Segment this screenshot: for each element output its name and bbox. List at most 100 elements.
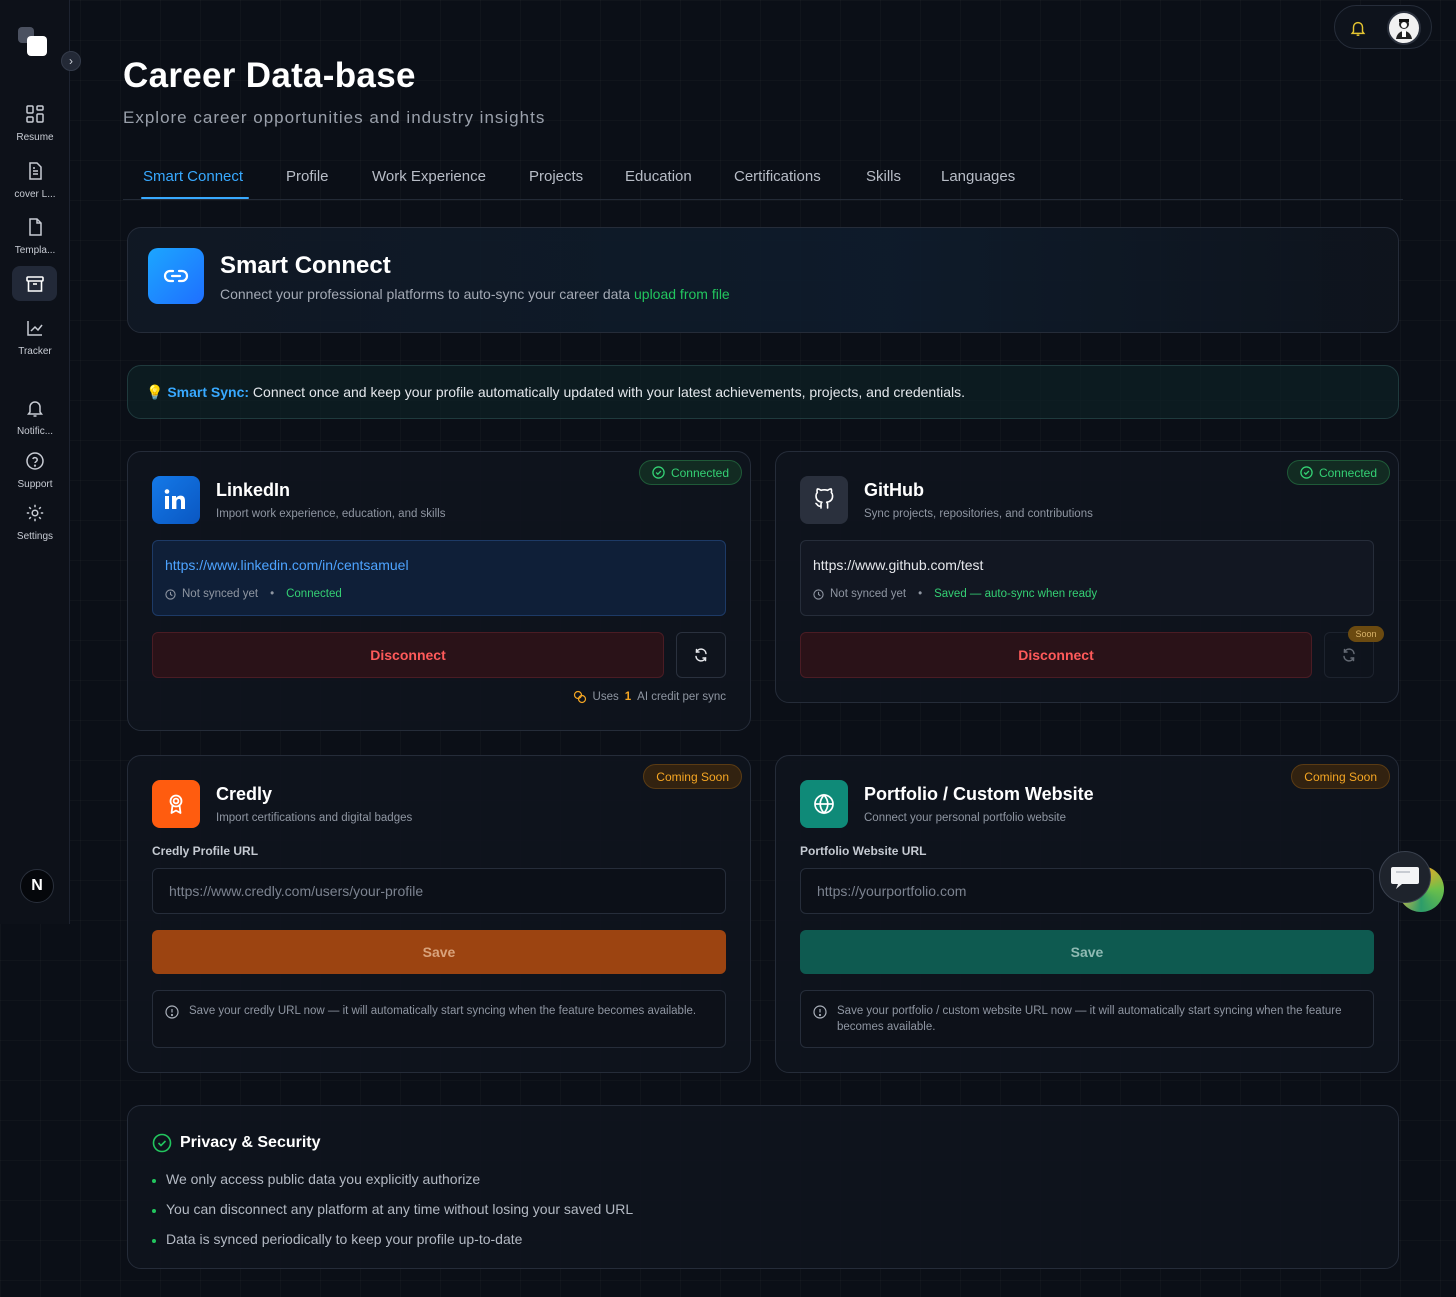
sidebar-item-cover-letter[interactable]: cover L... [0,159,70,200]
top-bar [1334,5,1432,49]
sync-status: Not synced yet [830,588,907,600]
chat-icon [1391,867,1419,889]
smart-sync-text: 💡 Smart Sync: Connect once and keep your… [146,384,965,401]
sidebar-collapse-button[interactable]: › [61,51,81,71]
smart-connect-title: Smart Connect [220,252,391,279]
sidebar-item-notifications[interactable]: Notific... [0,396,70,437]
connection-status: Connected [286,588,342,600]
tab-work-experience[interactable]: Work Experience [372,168,486,185]
sidebar-item-resume[interactable]: Resume [0,102,70,143]
portfolio-url-input[interactable] [800,868,1374,914]
linkedin-sync-button[interactable] [676,632,726,678]
portfolio-save-button[interactable]: Save [800,930,1374,974]
connected-badge: Connected [1286,460,1390,485]
lightbulb-icon: 💡 [146,384,164,400]
active-tab-indicator [141,197,249,199]
sidebar: › Resume cover L... Templa... Tracker No… [0,0,81,924]
sidebar-item-label: Notific... [16,426,54,437]
credit-count: 1 [624,691,632,703]
credly-card: Credly Import certifications and digital… [127,755,751,1073]
portfolio-card: Portfolio / Custom Website Connect your … [775,755,1399,1073]
sync-status: Not synced yet [182,588,259,600]
ai-credit-note: Uses 1 AI credit per sync [573,690,726,704]
portfolio-description: Connect your personal portfolio website [864,812,1067,824]
tab-bar: Smart Connect Profile Work Experience Pr… [123,160,1403,200]
link-icon [148,248,204,304]
gear-icon [0,501,70,525]
award-icon [152,780,200,828]
clock-icon [813,588,824,600]
list-item: You can disconnect any platform at any t… [152,1194,633,1224]
github-sync-meta: Not synced yet • Saved — auto-sync when … [813,588,1097,600]
chat-button[interactable] [1379,851,1431,903]
list-item: Data is synced periodically to keep your… [152,1224,633,1254]
tab-education[interactable]: Education [625,168,692,185]
list-item-text: Data is synced periodically to keep your… [166,1231,523,1247]
coins-icon [573,690,586,704]
privacy-title: Privacy & Security [180,1134,321,1151]
check-circle-icon [152,1133,172,1158]
smart-connect-card: Smart Connect Connect your professional … [127,227,1399,333]
page-subtitle: Explore career opportunities and industr… [123,108,546,127]
check-circle-icon [652,466,665,479]
github-url[interactable]: https://www.github.com/test [813,557,983,573]
user-avatar-badge[interactable]: N [20,869,54,903]
sidebar-item-settings[interactable]: Settings [0,501,70,542]
github-description: Sync projects, repositories, and contrib… [864,508,1093,520]
credly-url-label: Credly Profile URL [152,844,259,858]
badge-label: Connected [1318,465,1377,480]
sidebar-item-templates[interactable]: Templa... [0,215,70,256]
sidebar-item-label: Templa... [14,245,56,256]
notification-bell-icon[interactable] [1349,19,1367,42]
tab-profile[interactable]: Profile [286,168,329,185]
linkedin-sync-meta: Not synced yet • Connected [165,588,342,600]
smart-sync-label: Smart Sync: [167,384,250,400]
smart-connect-description-text: Connect your professional platforms to a… [220,286,631,302]
sidebar-item-support[interactable]: Support [0,449,70,490]
sidebar-item-archive[interactable] [0,272,70,296]
list-item-text: You can disconnect any platform at any t… [166,1201,634,1217]
meta-separator: • [918,588,923,600]
smart-sync-banner: 💡 Smart Sync: Connect once and keep your… [127,365,1399,419]
tab-smart-connect[interactable]: Smart Connect [143,168,243,185]
connection-status: Saved — auto-sync when ready [934,588,1098,600]
sidebar-item-label: Support [17,479,53,490]
github-icon [800,476,848,524]
badge-label: Connected [670,465,729,480]
sidebar-item-label: Resume [16,132,54,143]
file-icon [0,215,70,239]
credly-url-input[interactable] [152,868,726,914]
clock-icon [165,588,176,600]
help-circle-icon [0,449,70,473]
sidebar-item-label: Tracker [18,346,52,357]
upload-from-file-link[interactable]: upload from file [634,286,730,302]
chevron-right-icon: › [69,54,73,68]
tab-certifications[interactable]: Certifications [734,168,821,185]
page-title: Career Data-base [123,56,416,95]
sidebar-item-tracker[interactable]: Tracker [0,316,70,357]
tab-projects[interactable]: Projects [529,168,583,185]
chart-line-icon [0,316,70,340]
soon-badge: Soon [1348,626,1384,642]
credly-save-button[interactable]: Save [152,930,726,974]
check-circle-icon [1300,466,1313,479]
globe-icon [800,780,848,828]
linkedin-url[interactable]: https://www.linkedin.com/in/centsamuel [165,557,409,573]
credly-info-text: Save your credly URL now — it will autom… [189,1005,697,1017]
tab-skills[interactable]: Skills [866,168,901,185]
app-logo[interactable] [18,27,48,57]
list-item-text: We only access public data you explicitl… [166,1171,481,1187]
linkedin-disconnect-button[interactable]: Disconnect [152,632,664,678]
credly-info-box: Save your credly URL now — it will autom… [152,990,726,1048]
avatar[interactable] [1387,11,1421,45]
info-icon [165,1005,179,1024]
tab-languages[interactable]: Languages [941,168,1015,185]
credly-title: Credly [216,784,273,804]
github-disconnect-button[interactable]: Disconnect [800,632,1312,678]
refresh-icon [695,648,707,662]
meta-separator: • [270,588,275,600]
coming-soon-badge: Coming Soon [643,764,742,789]
portfolio-info-text: Save your portfolio / custom website URL… [837,1005,1342,1033]
github-title: GitHub [864,480,924,500]
bell-icon [0,396,70,420]
